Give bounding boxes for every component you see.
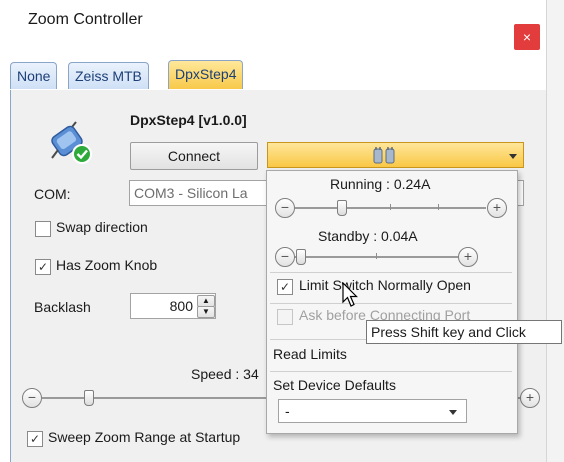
tab-dpxstep4[interactable]: DpxStep4 [168, 60, 244, 89]
speed-slider-thumb[interactable] [84, 390, 94, 406]
running-slider-thumb[interactable] [337, 200, 347, 216]
sweep-zoom-checkbox[interactable]: ✓ [27, 431, 43, 447]
menu-separator [270, 371, 512, 372]
standby-increase-button[interactable]: + [458, 247, 478, 267]
device-settings-dropdown-button[interactable] [267, 142, 524, 168]
connect-button[interactable]: Connect [130, 142, 258, 170]
backlash-label: Backlash [34, 299, 91, 315]
close-button[interactable]: × [514, 24, 540, 50]
connector-plug-checkmark-icon [46, 118, 98, 166]
ask-before-connecting-checkbox[interactable] [277, 309, 293, 325]
set-device-defaults-label: Set Device Defaults [273, 377, 396, 393]
tab-zeiss-mtb[interactable]: Zeiss MTB [68, 62, 149, 89]
tooltip: Press Shift key and Click [366, 320, 562, 344]
has-zoom-knob-label: Has Zoom Knob [56, 257, 158, 273]
device-defaults-select[interactable]: - [278, 399, 467, 423]
tab-none[interactable]: None [10, 62, 58, 89]
window-title: Zoom Controller [28, 11, 143, 28]
running-increase-button[interactable]: + [487, 198, 507, 218]
read-limits-menu-item[interactable]: Read Limits [273, 346, 347, 362]
tab-strip: None Zeiss MTB DpxStep4 [10, 60, 546, 91]
sweep-zoom-label: Sweep Zoom Range at Startup [48, 429, 241, 445]
device-settings-dropdown [266, 170, 518, 434]
backlash-spinner[interactable]: 800 ▲ ▼ [130, 293, 216, 319]
chevron-down-icon [449, 410, 457, 415]
limit-switch-checkbox[interactable]: ✓ [277, 279, 293, 295]
running-slider-tick [438, 204, 439, 210]
com-port-value: COM3 - Silicon La [134, 185, 248, 201]
running-slider-tick [390, 204, 391, 210]
running-decrease-button[interactable]: − [275, 198, 295, 218]
standby-current-label: Standby : 0.04A [318, 228, 418, 244]
title-bar: Zoom Controller [0, 0, 546, 40]
mouse-cursor-icon [342, 281, 360, 311]
standby-slider-thumb[interactable] [296, 249, 306, 265]
speed-decrease-button[interactable]: − [22, 388, 42, 408]
menu-separator [270, 272, 512, 273]
running-current-label: Running : 0.24A [330, 176, 431, 192]
speed-increase-button[interactable]: + [520, 388, 540, 408]
limit-switch-label: Limit Switch Normally Open [299, 277, 471, 293]
connector-pins-icon [372, 147, 396, 168]
standby-decrease-button[interactable]: − [275, 247, 295, 267]
swap-direction-label: Swap direction [56, 219, 148, 235]
menu-separator [270, 303, 512, 304]
backlash-value: 800 [169, 298, 193, 314]
spin-down-button[interactable]: ▼ [197, 306, 215, 318]
device-defaults-value: - [285, 403, 290, 419]
com-label: COM: [34, 186, 71, 202]
speed-label: Speed : 34 [191, 366, 259, 382]
has-zoom-knob-checkbox[interactable]: ✓ [35, 259, 51, 275]
standby-slider-tick [376, 253, 377, 259]
device-title: DpxStep4 [v1.0.0] [130, 112, 247, 128]
chevron-down-icon [509, 154, 517, 159]
swap-direction-checkbox[interactable] [35, 221, 51, 237]
